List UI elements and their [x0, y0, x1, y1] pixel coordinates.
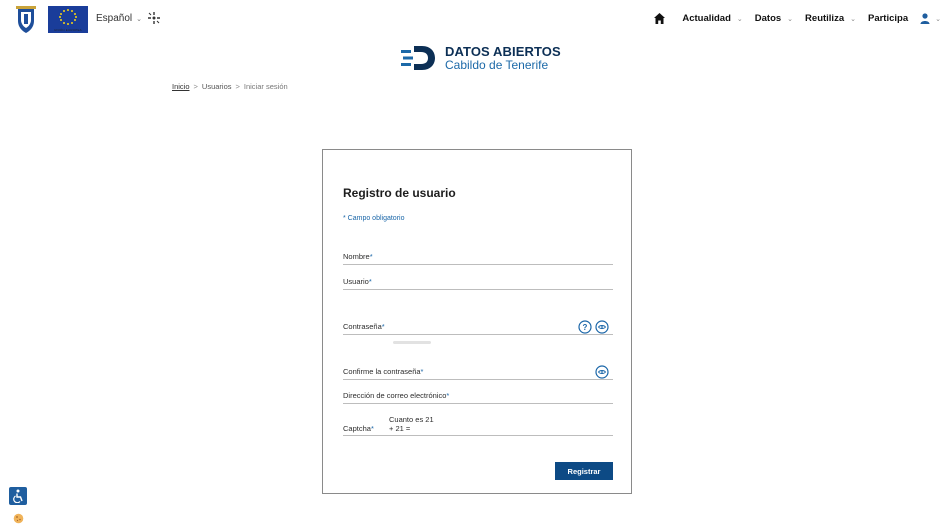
- registration-card: Registro de usuario * Campo obligatorio …: [322, 149, 632, 494]
- datos-abiertos-brand[interactable]: DATOS ABIERTOS Cabildo de Tenerife: [401, 44, 561, 72]
- nav-item-actualidad[interactable]: Actualidad ⌄: [682, 13, 742, 24]
- user-icon: [920, 13, 930, 24]
- required-note: * Campo obligatorio: [343, 215, 405, 222]
- confirm-password-field[interactable]: Confirme la contraseña*: [343, 366, 613, 380]
- brand-subtitle: Cabildo de Tenerife: [445, 57, 549, 72]
- breadcrumb-separator: >: [193, 82, 198, 91]
- home-icon[interactable]: [653, 12, 666, 25]
- email-field[interactable]: Dirección de correo electrónico*: [343, 390, 613, 404]
- user-menu[interactable]: ⌄: [920, 13, 941, 24]
- confirm-password-input[interactable]: [343, 366, 613, 378]
- nav-item-participa[interactable]: Participa: [868, 13, 908, 24]
- show-confirm-password-icon[interactable]: [595, 365, 609, 379]
- show-password-icon[interactable]: [595, 320, 609, 334]
- chevron-down-icon: ⌄: [136, 15, 143, 23]
- nav-item-reutiliza[interactable]: Reutiliza ⌄: [805, 13, 856, 24]
- svg-text:?: ?: [583, 323, 588, 332]
- breadcrumb-link-usuarios[interactable]: Usuarios: [202, 82, 232, 91]
- brand-title: DATOS ABIERTOS: [445, 43, 561, 59]
- captcha-label: Captcha*: [343, 424, 374, 433]
- captcha-question: Cuanto es 21 + 21 =: [389, 415, 434, 433]
- chevron-down-icon: ⌄: [850, 15, 856, 23]
- captcha-input[interactable]: [453, 422, 613, 434]
- usuario-field[interactable]: Usuario*: [343, 276, 613, 290]
- help-icon[interactable]: ?: [578, 320, 592, 334]
- password-strength-meter: [393, 341, 431, 344]
- nav-item-label: Actualidad: [682, 13, 731, 24]
- breadcrumb-link-inicio[interactable]: Inicio: [172, 82, 190, 91]
- accessibility-button[interactable]: [9, 487, 27, 505]
- form-title: Registro de usuario: [343, 186, 456, 200]
- cookie-icon[interactable]: [13, 513, 24, 524]
- nombre-field[interactable]: Nombre*: [343, 251, 613, 265]
- breadcrumb-current: Iniciar sesión: [243, 82, 288, 91]
- datos-abiertos-logo-icon: [401, 46, 435, 70]
- usuario-input[interactable]: [343, 276, 613, 288]
- top-bar: UNIÓN EUROPEA Español ⌄ Actualidad ⌄ Dat…: [0, 0, 951, 40]
- translate-icon[interactable]: [147, 11, 161, 25]
- language-selector[interactable]: Español ⌄: [96, 13, 142, 24]
- breadcrumb: Inicio > Usuarios > Iniciar sesión: [172, 82, 288, 91]
- nav-item-label: Participa: [867, 13, 909, 24]
- nombre-input[interactable]: [343, 251, 613, 263]
- chevron-down-icon: ⌄: [736, 15, 743, 23]
- breadcrumb-separator: >: [235, 82, 240, 91]
- cabildo-tenerife-logo[interactable]: [12, 5, 40, 35]
- password-input[interactable]: [343, 321, 613, 333]
- chevron-down-icon: ⌄: [787, 15, 794, 23]
- nav-item-label: Datos: [754, 13, 782, 24]
- captcha-field[interactable]: Captcha* Cuanto es 21 + 21 =: [343, 415, 613, 436]
- chevron-down-icon: ⌄: [935, 15, 941, 23]
- password-field[interactable]: Contraseña*: [343, 321, 613, 335]
- nav-item-label: Reutiliza: [805, 13, 845, 24]
- nav-item-datos[interactable]: Datos ⌄: [755, 13, 793, 24]
- language-label: Español: [96, 13, 133, 24]
- register-button[interactable]: Registrar: [555, 462, 613, 480]
- accessibility-icon: [13, 489, 23, 503]
- eu-logo-caption: UNIÓN EUROPEA: [54, 28, 82, 32]
- email-input[interactable]: [343, 390, 613, 402]
- main-nav: Actualidad ⌄ Datos ⌄ Reutiliza ⌄ Partici…: [653, 12, 941, 25]
